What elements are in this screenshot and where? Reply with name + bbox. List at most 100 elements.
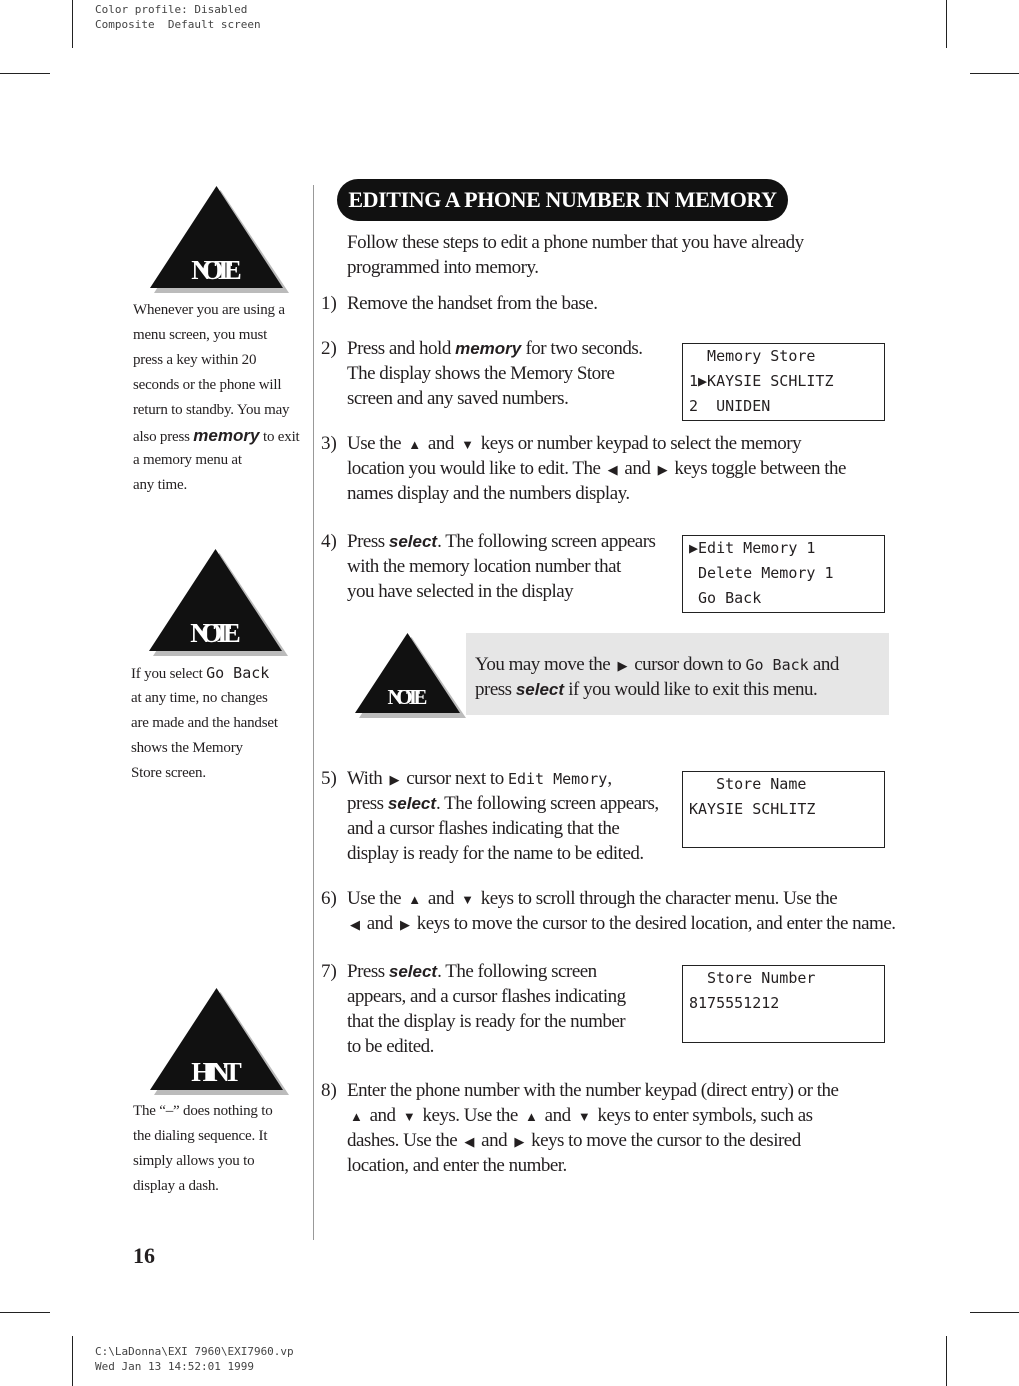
text: press a key within 20 <box>133 352 257 368</box>
text-line: Whenever you are using a <box>133 298 300 323</box>
inline-note-text: You may move the ▶ cursor down to Go Bac… <box>475 652 839 702</box>
display-text: Go Back <box>206 664 270 682</box>
text-line: any time. <box>133 473 300 498</box>
left-arrow-icon: ◀ <box>464 1134 474 1149</box>
text: keys to move the cursor to the desired <box>526 1130 801 1151</box>
text-line: at any time, no changes <box>131 686 278 711</box>
crop-mark <box>970 73 1019 74</box>
up-arrow-icon: ▲ <box>408 892 421 907</box>
text: that the display is ready for the number <box>347 1011 626 1032</box>
text-line: display a dash. <box>133 1174 273 1199</box>
text: with the memory location number that <box>347 556 621 577</box>
step-text: Use the ▲ and ▼ keys to scroll through t… <box>347 886 896 936</box>
text: and <box>808 654 839 675</box>
text-line: Store screen. <box>131 761 278 786</box>
text: display is ready for the name to be edit… <box>347 843 644 864</box>
key-name: memory <box>455 339 522 358</box>
text: for two seconds. <box>521 338 643 359</box>
text: a memory menu at <box>133 452 242 468</box>
step-text: With ▶ cursor next to Edit Memory, press … <box>347 766 659 866</box>
text: Whenever you are using a <box>133 302 285 318</box>
text-line: screen and any saved numbers. <box>347 386 643 411</box>
text-line: location you would like to edit. The ◀ a… <box>347 456 846 481</box>
text: seconds or the phone will <box>133 377 282 393</box>
footer-line: Wed Jan 13 14:52:01 1999 <box>95 1360 254 1373</box>
lcd-display: Store Number 8175551212 <box>682 965 885 1043</box>
header-meta: Color profile: Disabled Composite Default… <box>95 2 261 32</box>
text: Remove the handset from the base. <box>347 293 598 314</box>
text: Enter the phone number with the number k… <box>347 1080 839 1101</box>
note-triangle-icon: NOTE <box>355 633 466 718</box>
down-arrow-icon: ▼ <box>402 1109 416 1124</box>
text: appears, and a cursor flashes indicating <box>347 986 626 1007</box>
text-line: Press select. The following screen <box>347 959 626 984</box>
display-text: Go Back <box>745 656 809 674</box>
text-line: programmed into memory. <box>347 255 804 280</box>
text: Press <box>347 961 389 982</box>
key-name: select <box>387 794 437 813</box>
text-line: the dialing sequence. It <box>133 1124 273 1149</box>
text: dashes. Use the <box>347 1130 462 1151</box>
text: cursor next to <box>401 768 508 789</box>
right-arrow-icon: ▶ <box>389 772 399 787</box>
badge-label: HINT <box>191 1057 242 1087</box>
left-arrow-icon: ◀ <box>350 917 360 932</box>
display-text: Edit Memory <box>507 770 608 788</box>
key-name: memory <box>193 426 260 445</box>
text: . The following screen appears <box>437 531 656 552</box>
text-line: If you select Go Back <box>131 661 278 686</box>
text: , <box>607 768 612 789</box>
text: programmed into memory. <box>347 257 539 278</box>
lcd-line <box>689 822 884 847</box>
right-arrow-icon: ▶ <box>617 658 627 673</box>
text: menu screen, you must <box>133 327 268 343</box>
step-text: Enter the phone number with the number k… <box>347 1078 839 1178</box>
text: at any time, no changes <box>131 690 268 706</box>
crop-mark <box>0 73 50 74</box>
text: Follow these steps to edit a phone numbe… <box>347 232 804 253</box>
crop-mark <box>970 1312 1019 1313</box>
text-line: With ▶ cursor next to Edit Memory, <box>347 766 659 791</box>
text: keys to move the cursor to the desired l… <box>412 913 896 934</box>
lcd-line: 2 UNIDEN <box>689 397 771 415</box>
text: press <box>347 793 388 814</box>
text: With <box>347 768 387 789</box>
text-line: shows the Memory <box>131 736 278 761</box>
lcd-line: 8175551212 <box>689 994 780 1012</box>
text: are made and the handset <box>131 715 278 731</box>
badge-label: NOTE <box>190 618 241 648</box>
lcd-line: ▶Edit Memory 1 <box>689 539 816 557</box>
text-line: a memory menu at <box>133 448 300 473</box>
key-name: select <box>515 680 565 699</box>
text: any time. <box>133 477 188 493</box>
text-line: ▲ and ▼ keys. Use the ▲ and ▼ keys to en… <box>347 1103 838 1128</box>
text: shows the Memory <box>131 740 243 756</box>
text: The “–” does nothing to <box>133 1103 273 1119</box>
text: and <box>540 1105 575 1126</box>
text-line: location, and enter the number. <box>347 1153 838 1178</box>
text: keys. Use the <box>418 1105 523 1126</box>
right-arrow-icon: ▶ <box>657 462 668 477</box>
text: display a dash. <box>133 1178 219 1194</box>
page-title: EDITING A PHONE NUMBER IN MEMORY <box>337 179 788 221</box>
text: location you would like to edit. The <box>347 458 605 479</box>
step-number: 8) <box>321 1080 337 1101</box>
lcd-line: Delete Memory 1 <box>689 564 834 582</box>
text: the dialing sequence. It <box>133 1128 268 1144</box>
crop-mark <box>946 1336 947 1386</box>
lcd-line: Store Name <box>689 775 807 793</box>
text: you have selected in the display <box>347 581 574 602</box>
step-text: Remove the handset from the base. <box>347 291 598 316</box>
text-line: are made and the handset <box>131 711 278 736</box>
down-arrow-icon: ▼ <box>461 437 474 452</box>
lcd-display: ▶Edit Memory 1 Delete Memory 1 Go Back <box>682 535 885 613</box>
text: Use the <box>347 888 406 909</box>
text-line: Follow these steps to edit a phone numbe… <box>347 230 804 255</box>
text: Use the <box>347 433 406 454</box>
lcd-line: Store Number <box>689 969 816 987</box>
text-line: menu screen, you must <box>133 323 300 348</box>
text: keys to scroll through the character men… <box>476 888 838 909</box>
note-triangle-icon: NOTE <box>149 549 288 656</box>
down-arrow-icon: ▼ <box>577 1109 591 1124</box>
note-triangle-icon: NOTE <box>150 186 289 293</box>
